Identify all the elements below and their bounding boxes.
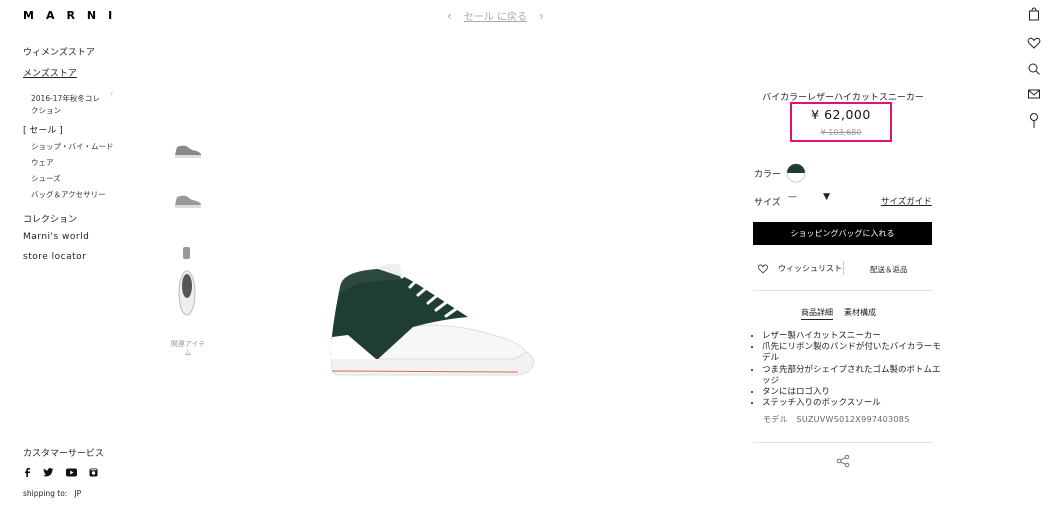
nav-collection[interactable]: コレクション bbox=[23, 212, 77, 225]
wishlist-heart-icon[interactable] bbox=[1027, 36, 1041, 50]
nav-sale[interactable]: [ セール ] bbox=[23, 123, 63, 136]
chevron-right-icon[interactable]: › bbox=[539, 9, 544, 23]
feature-item: つま先部分がシェイプされたゴム製のボトムエッジ bbox=[762, 365, 942, 387]
wishlist-label: ウィッシュリスト bbox=[778, 264, 842, 273]
chevron-left-icon[interactable]: ‹ bbox=[447, 9, 452, 23]
nav-collection-2016-line2: クション bbox=[31, 106, 61, 115]
nav-womens-store[interactable]: ウィメンズストア bbox=[23, 45, 95, 58]
youtube-icon[interactable] bbox=[66, 468, 77, 477]
model-code: モデル SUZUVWS012X99740308S bbox=[763, 414, 910, 425]
customer-service-link[interactable]: カスタマーサービス bbox=[23, 446, 104, 459]
original-price: ¥ 103,680 bbox=[820, 128, 862, 137]
thumbnail-top-view[interactable] bbox=[176, 268, 198, 318]
mail-icon[interactable] bbox=[1027, 87, 1041, 101]
nav-sale-bags[interactable]: バッグ＆アクセサリー bbox=[31, 189, 106, 200]
nav-collection-2016[interactable]: 2016-17年秋冬コレ クション bbox=[31, 93, 100, 116]
nav-sale-mood[interactable]: ショップ・バイ・ムード bbox=[31, 141, 114, 152]
model-value: SUZUVWS012X99740308S bbox=[796, 415, 910, 424]
shipping-to[interactable]: shipping to: JP bbox=[23, 489, 81, 498]
nav-collection-2016-line1: 2016-17年秋冬コレ bbox=[31, 94, 100, 103]
size-label: サイズ bbox=[754, 198, 781, 208]
nav-sale-wear[interactable]: ウェア bbox=[31, 157, 54, 168]
nav-store-locator[interactable]: store locator bbox=[23, 252, 86, 262]
brand-logo[interactable]: MARNI bbox=[23, 9, 124, 22]
facebook-icon[interactable] bbox=[23, 467, 31, 477]
size-select[interactable]: — ▼ bbox=[788, 192, 830, 202]
size-guide-link[interactable]: サイズガイド bbox=[881, 195, 932, 207]
divider bbox=[843, 261, 844, 275]
nav-mens-store[interactable]: メンズストア bbox=[23, 66, 77, 79]
section-divider bbox=[753, 442, 932, 443]
related-items-label[interactable]: 関連アイテム bbox=[168, 340, 208, 358]
social-links bbox=[23, 467, 98, 477]
shipping-returns-link[interactable]: 配送＆返品 bbox=[870, 264, 908, 275]
model-label: モデル bbox=[763, 415, 788, 424]
add-to-bag-button[interactable]: ショッピングバッグに入れる bbox=[753, 222, 932, 245]
shipping-to-label: shipping to: bbox=[23, 489, 68, 498]
share-icon[interactable] bbox=[836, 454, 850, 468]
feature-list: レザー製ハイカットスニーカー 爪先にリボン製のバンドが付いたバイカラーモデル つ… bbox=[752, 331, 942, 409]
shipping-country: JP bbox=[74, 489, 82, 498]
tab-material[interactable]: 素材構成 bbox=[844, 307, 876, 318]
color-label: カラー bbox=[754, 170, 782, 180]
feature-item: タンにはロゴ入り bbox=[762, 387, 942, 398]
twitter-icon[interactable] bbox=[43, 467, 54, 477]
heart-icon bbox=[758, 264, 768, 274]
size-select-value: — bbox=[788, 192, 797, 202]
search-icon[interactable] bbox=[1027, 62, 1041, 76]
section-divider bbox=[753, 290, 932, 291]
feature-item: ステッチ入りのボックスソール bbox=[762, 398, 942, 409]
shopping-bag-icon[interactable] bbox=[1027, 7, 1041, 21]
wishlist-button[interactable]: ウィッシュリスト bbox=[758, 263, 842, 274]
product-price: ¥ 62,000 bbox=[811, 107, 871, 122]
tab-details[interactable]: 商品詳細 bbox=[801, 307, 833, 320]
thumbnail-side-view[interactable] bbox=[172, 140, 204, 162]
caret-down-icon: ▼ bbox=[823, 192, 830, 202]
sale-navigation: ‹ セール に戻る › bbox=[447, 8, 544, 24]
feature-item: 爪先にリボン製のバンドが付いたバイカラーモデル bbox=[762, 342, 942, 364]
color-swatch[interactable] bbox=[786, 163, 806, 183]
thumbnail-back-view[interactable] bbox=[180, 245, 194, 261]
scroll-indicator-icon: ↑ bbox=[109, 91, 115, 99]
back-to-sale-link[interactable]: セール に戻る bbox=[464, 8, 527, 23]
thumbnail-other-side[interactable] bbox=[172, 190, 204, 212]
product-main-image[interactable] bbox=[318, 255, 540, 383]
instagram-icon[interactable] bbox=[89, 468, 98, 477]
nav-marni-world[interactable]: Marni's world bbox=[23, 232, 89, 242]
store-locator-pin-icon[interactable] bbox=[1027, 112, 1041, 130]
feature-item: レザー製ハイカットスニーカー bbox=[762, 331, 942, 342]
nav-sale-shoes[interactable]: シューズ bbox=[31, 173, 61, 184]
